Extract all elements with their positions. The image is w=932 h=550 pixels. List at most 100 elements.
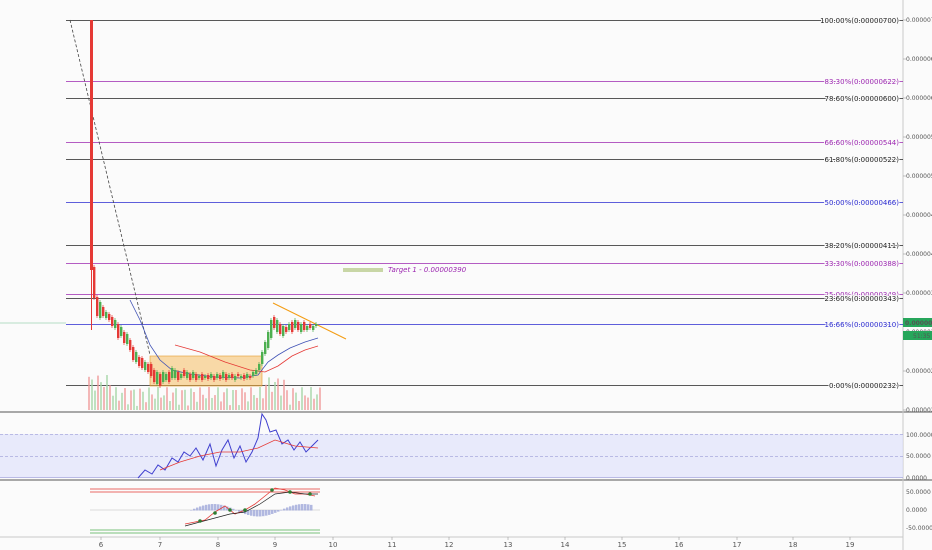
price-axis-label: 0.00000650 — [906, 56, 932, 63]
volume-bar — [268, 377, 270, 410]
candle — [102, 307, 105, 316]
volume-bar — [232, 389, 234, 410]
candle — [300, 324, 303, 332]
volume-bar — [106, 375, 108, 410]
volume-bar — [289, 404, 291, 410]
candle — [159, 374, 162, 386]
macd-histogram-bar — [298, 504, 301, 511]
volume-bar — [241, 388, 243, 410]
volume-bar — [175, 388, 177, 410]
fib-level-label: 16.66%(0.00000310) — [825, 321, 900, 329]
candle — [225, 374, 228, 380]
macd-histogram-bar — [292, 505, 295, 511]
candle — [93, 267, 96, 298]
time-axis-label: 14 — [561, 541, 570, 549]
candle — [294, 320, 297, 328]
candle — [306, 326, 309, 330]
volume-bar — [274, 381, 276, 410]
volume-bar — [205, 398, 207, 410]
volume-bar — [229, 405, 231, 410]
volume-bar — [319, 387, 321, 410]
trading-chart[interactable]: 100.00%(0.00000700) 83.30%(0.00000622) 78.… — [0, 0, 932, 550]
volume-bar — [169, 401, 171, 410]
price-axis-label: 0.00000700 — [906, 17, 932, 24]
macd-cross-dot — [243, 508, 247, 512]
candle — [192, 372, 195, 378]
volume-bar — [211, 397, 213, 410]
volume-bar — [313, 398, 315, 410]
candle — [150, 364, 153, 376]
volume-bar — [301, 387, 303, 410]
volume-bar — [208, 387, 210, 410]
candle — [243, 375, 246, 379]
candle — [96, 297, 99, 316]
time-axis-label: 18 — [789, 541, 798, 549]
volume-bar — [280, 395, 282, 410]
volume-bar — [265, 384, 267, 410]
volume-bar — [100, 382, 102, 410]
price-axis-label: 0.00000350 — [906, 290, 932, 297]
macd-histogram-bar — [295, 504, 298, 511]
volume-bar — [271, 391, 273, 410]
volume-bar — [127, 404, 129, 410]
volume-bar — [247, 401, 249, 410]
macd-histogram-bar — [208, 504, 211, 511]
current-price-label: 0.00000310 — [905, 320, 932, 327]
candle — [246, 374, 249, 378]
volume-bar — [259, 387, 261, 410]
candle — [303, 322, 306, 330]
volume-bar — [298, 401, 300, 410]
volume-bar — [292, 388, 294, 410]
candle — [177, 372, 180, 380]
target-annotation: Target 1 - 0.00000390 — [388, 266, 467, 274]
volume-bar — [286, 390, 288, 410]
volume-bar — [133, 389, 135, 410]
macd-histogram-bar — [262, 510, 265, 517]
volume-bar — [103, 387, 105, 410]
candle — [282, 326, 285, 336]
candle — [129, 340, 132, 350]
candle — [258, 364, 261, 370]
candle — [267, 332, 270, 348]
candle — [99, 302, 102, 318]
macd-histogram-bar — [307, 504, 310, 511]
time-axis-label: 11 — [388, 541, 397, 549]
price-axis-label: 0.00000250 — [906, 368, 932, 375]
volume-bar — [97, 375, 99, 410]
candle — [228, 375, 231, 378]
volume-bar — [187, 405, 189, 410]
candle — [153, 370, 156, 382]
fib-level-label: 50.00%(0.00000466) — [825, 199, 900, 207]
consolidation-box[interactable] — [149, 355, 263, 387]
volume-bar — [115, 387, 117, 410]
macd-histogram-bar — [271, 510, 274, 514]
time-axis-label: 6 — [99, 541, 104, 549]
volume-bar — [256, 397, 258, 410]
volume-bar — [316, 394, 318, 410]
candle — [276, 320, 279, 332]
candle — [165, 374, 168, 380]
macd-histogram-bar — [283, 508, 286, 511]
fib-level-label: 83.30%(0.00000622) — [825, 78, 900, 86]
macd-histogram-bar — [193, 508, 196, 511]
candle — [309, 324, 312, 328]
volume-bar — [172, 392, 174, 410]
macd-cross-dot — [198, 519, 202, 523]
candle — [270, 320, 273, 338]
macd-histogram-bar — [259, 510, 262, 517]
candle — [255, 370, 258, 374]
price-axis-label: 0.00000550 — [906, 134, 932, 141]
macd-histogram-bar — [289, 506, 292, 511]
time-axis-label: 13 — [504, 541, 513, 549]
time-axis-label: 10 — [329, 541, 338, 549]
price-axis-label: 0.00000500 — [906, 173, 932, 180]
volume-bar — [130, 390, 132, 410]
candle — [252, 372, 255, 376]
volume-bar — [181, 390, 183, 410]
candle — [174, 370, 177, 378]
chart-canvas[interactable]: 100.00%(0.00000700) 83.30%(0.00000622) 78.… — [0, 0, 932, 550]
candle — [120, 327, 123, 336]
volume-bar — [139, 388, 141, 410]
candle — [240, 376, 243, 378]
macd-cross-dot — [228, 508, 232, 512]
